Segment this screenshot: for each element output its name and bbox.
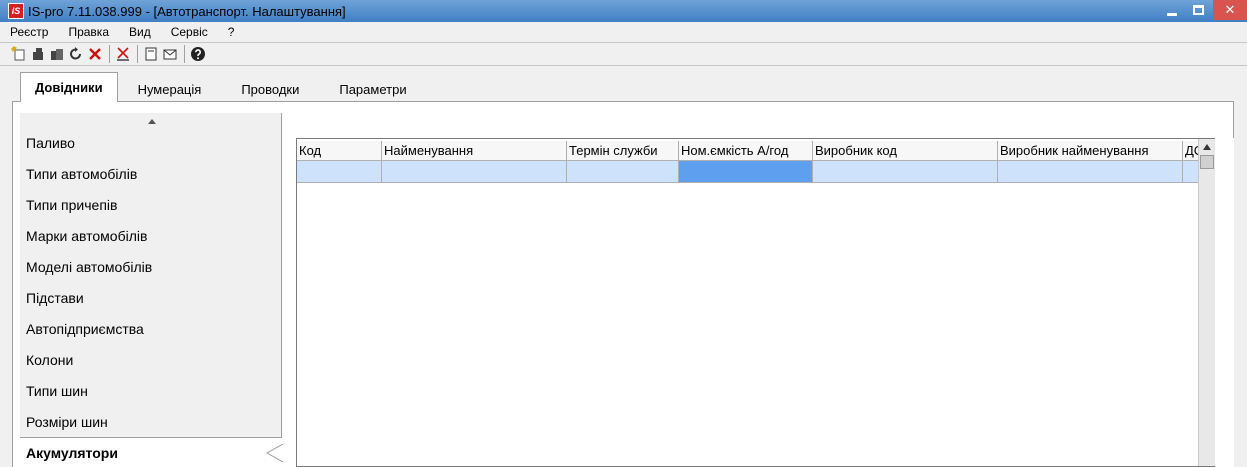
vertical-scrollbar[interactable]	[1198, 139, 1215, 466]
new-button[interactable]	[10, 45, 28, 63]
column-header-manufacturer-name[interactable]: Виробник найменування	[998, 141, 1183, 161]
minimize-icon	[1167, 12, 1177, 16]
app-logo-icon: IS	[8, 3, 24, 19]
filter-clear-button[interactable]	[114, 45, 132, 63]
sidebar-item-tire-types[interactable]: Типи шин	[20, 375, 282, 406]
batteries-grid: Код Найменування Термін служби Ном.ємкіс…	[296, 138, 1215, 467]
sidebar-item-label: Акумулятори	[26, 444, 118, 461]
scrollbar-thumb[interactable]	[1200, 155, 1214, 169]
toolbar	[0, 42, 1247, 66]
tab-parameters[interactable]: Параметри	[319, 76, 426, 102]
refresh-button[interactable]	[67, 45, 85, 63]
sidebar-item-vehicle-makes[interactable]: Марки автомобілів	[20, 220, 282, 251]
copy-button[interactable]	[29, 45, 47, 63]
tab-numbering[interactable]: Нумерація	[118, 76, 222, 102]
delete-icon	[89, 48, 101, 60]
title-bar: IS IS-pro 7.11.038.999 - [Автотранспорт.…	[0, 0, 1247, 22]
sidebar-item-tire-sizes[interactable]: Розміри шин	[20, 406, 282, 437]
column-header-ds[interactable]: ДС	[1183, 141, 1199, 161]
close-icon: ✕	[1224, 2, 1236, 17]
table-row[interactable]	[297, 161, 1199, 183]
paste-button[interactable]	[48, 45, 66, 63]
column-header-name[interactable]: Найменування	[382, 141, 567, 161]
maximize-button[interactable]	[1185, 0, 1211, 20]
document-button[interactable]	[142, 45, 160, 63]
sidebar-item-fuel[interactable]: Паливо	[20, 127, 282, 158]
toolbar-separator	[137, 45, 138, 63]
menu-service[interactable]: Сервіс	[171, 25, 208, 39]
table-cell[interactable]	[998, 161, 1183, 183]
maximize-icon	[1192, 5, 1204, 15]
sidebar-item-transport-companies[interactable]: Автопідприємства	[20, 313, 282, 344]
scrollbar-up-button[interactable]	[1199, 139, 1215, 155]
minimize-button[interactable]	[1159, 0, 1185, 20]
sidebar-item-grounds[interactable]: Підстави	[20, 282, 282, 313]
filter-clear-icon	[117, 47, 129, 61]
scroll-up-icon[interactable]	[148, 119, 156, 124]
table-cell[interactable]	[567, 161, 679, 183]
tab-postings[interactable]: Проводки	[221, 76, 319, 102]
refresh-icon	[70, 47, 81, 60]
menu-view[interactable]: Вид	[129, 25, 151, 39]
mail-icon	[163, 49, 177, 60]
sidebar-item-columns[interactable]: Колони	[20, 344, 282, 375]
grid-header: Код Найменування Термін служби Ном.ємкіс…	[297, 141, 1199, 161]
paste-icon	[51, 49, 63, 60]
copy-icon	[33, 48, 43, 60]
table-cell[interactable]	[297, 161, 382, 183]
column-header-manufacturer-code[interactable]: Виробник код	[813, 141, 998, 161]
toolbar-separator	[184, 45, 185, 63]
table-cell[interactable]	[1183, 161, 1199, 183]
close-button[interactable]: ✕	[1213, 0, 1247, 20]
sidebar-item-vehicle-models[interactable]: Моделі автомобілів	[20, 251, 282, 282]
column-header-service-life[interactable]: Термін служби	[567, 141, 679, 161]
help-button[interactable]	[189, 45, 207, 63]
delete-button[interactable]	[86, 45, 104, 63]
new-icon	[11, 46, 25, 61]
table-cell[interactable]	[382, 161, 567, 183]
sidebar-item-batteries[interactable]: Акумулятори	[20, 437, 283, 467]
column-header-nominal-capacity[interactable]: Ном.ємкість А/год	[679, 141, 813, 161]
menu-edit[interactable]: Правка	[68, 25, 109, 39]
column-header-code[interactable]: Код	[297, 141, 382, 161]
menu-bar: Реєстр Правка Вид Сервіс ?	[0, 22, 1247, 41]
scroll-up-arrow-icon	[1203, 144, 1211, 150]
mail-button[interactable]	[161, 45, 179, 63]
content-right-margin	[1215, 138, 1234, 467]
tab-strip: Довідники Нумерація Проводки Параметри	[20, 72, 427, 102]
menu-help[interactable]: ?	[228, 25, 235, 39]
selection-pointer-icon	[265, 444, 283, 462]
table-cell[interactable]	[813, 161, 998, 183]
directory-list: Паливо Типи автомобілів Типи причепів Ма…	[20, 113, 283, 467]
table-cell-focused[interactable]	[679, 161, 813, 183]
toolbar-separator	[109, 45, 110, 63]
document-icon	[145, 47, 157, 61]
window-title: IS-pro 7.11.038.999 - [Автотранспорт. На…	[28, 3, 346, 19]
sidebar-item-vehicle-types[interactable]: Типи автомобілів	[20, 158, 282, 189]
help-icon	[191, 47, 205, 61]
window-controls: ✕	[1159, 0, 1247, 22]
tab-directories[interactable]: Довідники	[20, 72, 118, 102]
sidebar-item-trailer-types[interactable]: Типи причепів	[20, 189, 282, 220]
menu-registry[interactable]: Реєстр	[10, 25, 48, 39]
